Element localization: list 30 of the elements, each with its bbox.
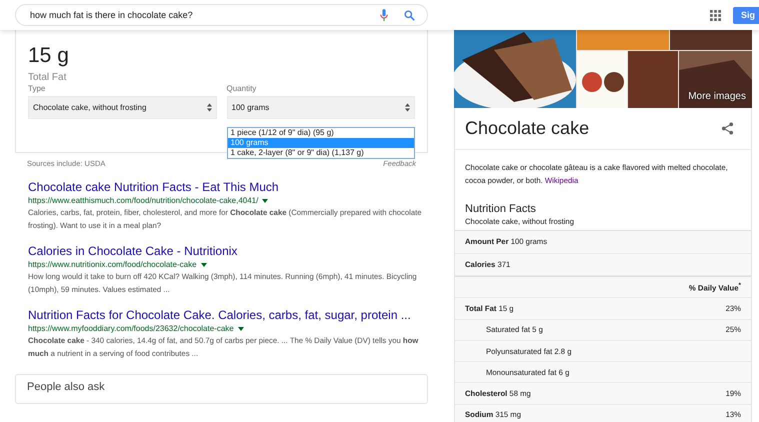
result-url: https://www.nutritionix.com/food/chocolate-cake bbox=[28, 260, 197, 269]
dropdown-arrow-icon[interactable] bbox=[262, 198, 268, 202]
dropdown-option[interactable]: 1 cake, 2-layer (8" or 9" dia) (1,137 g) bbox=[228, 148, 414, 158]
people-also-ask-heading: People also ask bbox=[27, 381, 105, 393]
type-label: Type bbox=[28, 84, 46, 93]
type-select[interactable]: Chocolate cake, without frosting bbox=[28, 96, 216, 119]
quantity-select[interactable]: 100 grams bbox=[226, 96, 415, 119]
search-field[interactable]: how much fat is there in chocolate cake? bbox=[15, 4, 428, 26]
search-query: how much fat is there in chocolate cake? bbox=[30, 10, 194, 20]
sign-in-button[interactable]: Sig bbox=[733, 6, 759, 24]
apps-grid-icon[interactable] bbox=[710, 10, 721, 20]
dropdown-arrow-icon[interactable] bbox=[200, 262, 207, 266]
sort-arrows-icon bbox=[405, 103, 410, 112]
result-url: https://www.myfooddiary.com/foods/23632/chocolate-cake bbox=[28, 324, 234, 333]
answer-value: 15 g bbox=[28, 44, 70, 68]
microphone-icon[interactable] bbox=[380, 8, 388, 22]
result-title-link[interactable]: Nutrition Facts for Chocolate Cake. Calories, carbs, fat, sugar, protein ... bbox=[28, 308, 428, 322]
result-url: https://www.eatthismuch.com/food/nutrition/chocolate-cake,4041/ bbox=[28, 196, 258, 205]
answer-label: Total Fat bbox=[28, 72, 68, 83]
dropdown-option[interactable]: 1 piece (1/12 of 9" dia) (95 g) bbox=[228, 128, 414, 138]
search-icon[interactable] bbox=[404, 10, 415, 20]
dropdown-arrow-icon[interactable] bbox=[238, 326, 244, 330]
share-icon[interactable] bbox=[721, 122, 734, 135]
more-images-link[interactable]: More images bbox=[688, 91, 746, 102]
result-title-link[interactable]: Calories in Chocolate Cake - Nutritionix bbox=[28, 244, 428, 258]
sort-arrows-icon bbox=[206, 103, 212, 112]
result-title-link[interactable]: Chocolate cake Nutrition Facts - Eat This Much bbox=[28, 180, 428, 194]
entity-title: Chocolate cake bbox=[465, 118, 590, 139]
quantity-label: Quantity bbox=[226, 84, 258, 93]
nutrition-heading: Nutrition Facts bbox=[464, 202, 537, 215]
